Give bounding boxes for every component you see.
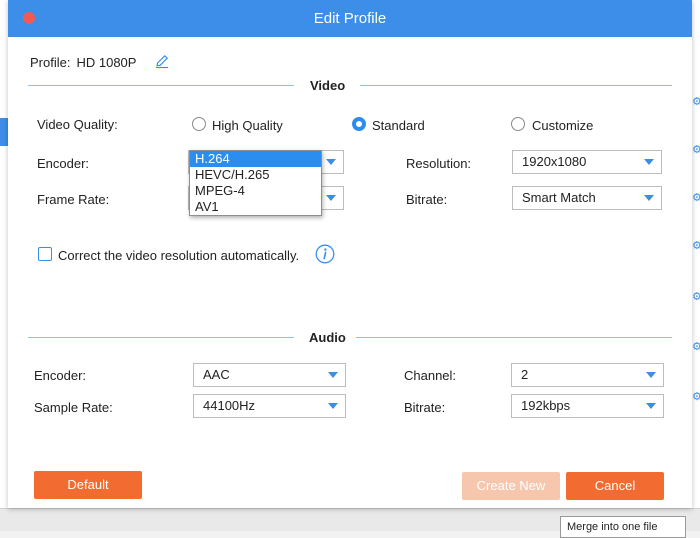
resolution-label: Resolution: (406, 156, 472, 171)
profile-value: HD 1080P (76, 55, 137, 70)
encoder-option-mpeg4[interactable]: MPEG-4 (190, 183, 321, 199)
chevron-down-icon (646, 403, 656, 409)
video-section-rule-left (28, 85, 294, 86)
sample-rate-select[interactable]: 44100Hz (193, 394, 346, 418)
standard-label: Standard (372, 118, 425, 133)
gear-icon: ⚙ (692, 144, 700, 155)
audio-bitrate-label: Bitrate: (404, 400, 446, 415)
cancel-button[interactable]: Cancel (566, 472, 664, 500)
video-section-rule-right (360, 85, 672, 86)
chevron-down-icon (326, 159, 336, 165)
encoder-option-h264[interactable]: H.264 (190, 151, 321, 167)
high-quality-label: High Quality (212, 118, 283, 133)
gear-icon: ⚙ (692, 192, 700, 203)
chevron-down-icon (646, 372, 656, 378)
chevron-down-icon (644, 159, 654, 165)
background-selected-row (0, 118, 8, 146)
audio-bitrate-value: 192kbps (521, 398, 571, 413)
background-right-panel: ⚙ ⚙ ⚙ ⚙ ⚙ ⚙ ⚙ (692, 0, 700, 530)
video-bitrate-value: Smart Match (522, 190, 596, 205)
merge-into-one-file-checkbox[interactable]: Merge into one file (560, 516, 686, 538)
chevron-down-icon (326, 195, 336, 201)
info-icon[interactable] (315, 244, 335, 264)
auto-resolution-checkbox[interactable] (38, 247, 52, 261)
standard-radio[interactable] (352, 117, 366, 131)
gear-icon: ⚙ (692, 240, 700, 251)
sample-rate-value: 44100Hz (203, 398, 256, 413)
encoder-option-av1[interactable]: AV1 (190, 199, 321, 215)
channel-select[interactable]: 2 (511, 363, 664, 387)
title-bar: Edit Profile (8, 0, 692, 37)
audio-encoder-label: Encoder: (34, 368, 87, 383)
profile-label: Profile: (30, 55, 71, 70)
dialog-title: Edit Profile (313, 10, 387, 27)
default-button[interactable]: Default (34, 471, 142, 499)
high-quality-radio[interactable] (192, 117, 206, 131)
video-bitrate-label: Bitrate: (406, 192, 448, 207)
resolution-value: 1920x1080 (522, 154, 587, 169)
audio-section-title: Audio (309, 330, 346, 345)
create-new-button[interactable]: Create New (462, 472, 560, 500)
customize-radio[interactable] (511, 117, 525, 131)
audio-bitrate-select[interactable]: 192kbps (511, 394, 664, 418)
pencil-icon[interactable] (154, 53, 170, 69)
audio-section-rule-right (356, 337, 672, 338)
edit-profile-dialog: Edit Profile Profile: HD 1080P Video Vide… (8, 0, 692, 508)
gear-icon: ⚙ (692, 341, 700, 352)
encoder-option-hevc[interactable]: HEVC/H.265 (190, 167, 321, 183)
gear-icon: ⚙ (692, 96, 700, 107)
channel-value: 2 (521, 367, 529, 382)
video-encoder-label: Encoder: (37, 156, 90, 171)
chevron-down-icon (328, 403, 338, 409)
chevron-down-icon (644, 195, 654, 201)
video-encoder-dropdown: H.264 HEVC/H.265 MPEG-4 AV1 (189, 150, 322, 216)
video-bitrate-select[interactable]: Smart Match (512, 186, 662, 210)
gear-icon: ⚙ (692, 391, 700, 402)
customize-label: Customize (532, 118, 594, 133)
chevron-down-icon (328, 372, 338, 378)
auto-resolution-label: Correct the video resolution automatical… (58, 248, 300, 263)
video-section-title: Video (310, 78, 346, 93)
audio-section-rule-left (28, 337, 294, 338)
video-quality-label: Video Quality: (37, 117, 118, 132)
gear-icon: ⚙ (692, 291, 700, 302)
audio-encoder-select[interactable]: AAC (193, 363, 346, 387)
resolution-select[interactable]: 1920x1080 (512, 150, 662, 174)
audio-encoder-value: AAC (203, 367, 230, 382)
sample-rate-label: Sample Rate: (34, 400, 113, 415)
profile-row: Profile: HD 1080P (30, 55, 136, 70)
frame-rate-label: Frame Rate: (37, 192, 110, 207)
channel-label: Channel: (404, 368, 457, 383)
